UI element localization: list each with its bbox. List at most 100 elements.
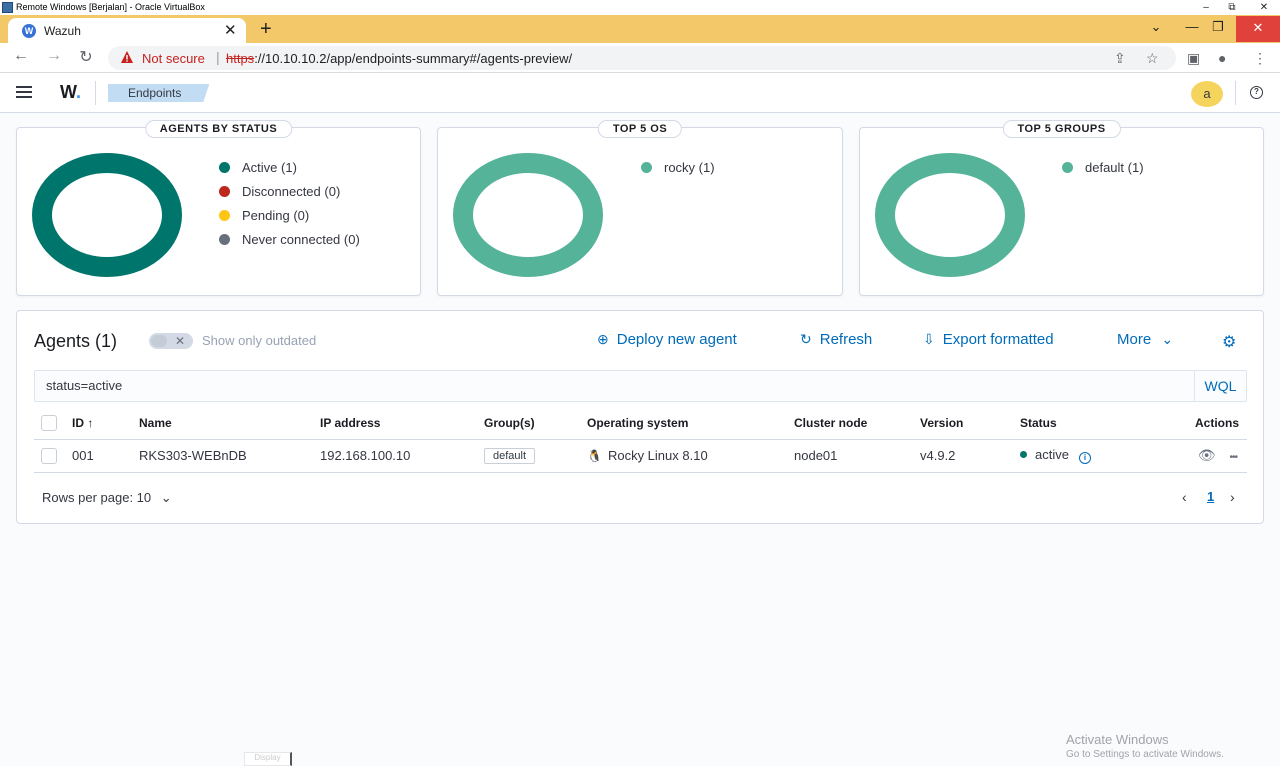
user-avatar[interactable]: a (1191, 81, 1223, 107)
profile-icon[interactable]: ● (1218, 50, 1226, 66)
col-groups[interactable]: Group(s) (484, 407, 587, 440)
vbox-close-button[interactable]: ✕ (1254, 0, 1274, 15)
tab-search-chevron-icon[interactable]: ⌄ (1138, 15, 1174, 43)
donut-slice-default[interactable] (875, 153, 1025, 277)
search-bar: WQL (34, 370, 1247, 402)
panel-title: TOP 5 GROUPS (1002, 120, 1121, 138)
deploy-label: Deploy new agent (616, 331, 737, 348)
group-badge[interactable]: default (484, 448, 536, 464)
deploy-new-agent-button[interactable]: ⊕ Deploy new agent (597, 331, 737, 348)
refresh-button[interactable]: ↻ Refresh (800, 331, 872, 348)
legend-item-default[interactable]: default (1) (1062, 160, 1144, 184)
url-text[interactable]: https://10.10.10.2/app/endpoints-summary… (226, 51, 572, 66)
rows-per-page-selector[interactable]: Rows per page: 10 ⌄ (42, 490, 172, 506)
legend-label: Active (1) (242, 160, 297, 175)
col-actions: Actions (1160, 407, 1247, 440)
groups-legend: default (1) (1062, 160, 1144, 184)
chevron-down-icon: ⌄ (1161, 331, 1174, 347)
pager-prev-icon[interactable]: ‹ (1182, 489, 1187, 505)
col-operating-system[interactable]: Operating system (587, 407, 794, 440)
share-icon[interactable]: ⇪ (1114, 50, 1126, 67)
forward-arrow-icon[interactable]: → (43, 47, 65, 65)
not-secure-label[interactable]: Not secure (142, 51, 205, 66)
col-ip-address[interactable]: IP address (320, 407, 484, 440)
agents-table: ID ↑ Name IP address Group(s) Operating … (34, 407, 1247, 473)
bookmark-star-icon[interactable]: ☆ (1146, 50, 1159, 67)
logo-letter: W (60, 82, 76, 102)
col-cluster-node[interactable]: Cluster node (794, 407, 920, 440)
panel-top-5-os: TOP 5 OS rocky (1) (437, 120, 843, 296)
top-os-donut-chart[interactable] (452, 153, 604, 279)
vbox-restore-button[interactable]: ⧉ (1222, 0, 1242, 15)
side-panel-icon[interactable]: ▣ (1187, 50, 1200, 67)
chevron-down-icon: ⌄ (160, 490, 172, 505)
show-outdated-toggle[interactable]: ✕ (149, 333, 193, 349)
browser-menu-icon[interactable]: ⋮ (1253, 50, 1267, 67)
legend-label: default (1) (1085, 160, 1144, 175)
back-arrow-icon[interactable]: ← (10, 47, 32, 65)
agents-title: Agents (1) (34, 331, 118, 351)
plus-circle-icon: ⊕ (597, 331, 609, 347)
pager-page-1[interactable]: 1 (1207, 489, 1214, 504)
pager-next-icon[interactable]: › (1230, 489, 1235, 505)
search-input[interactable] (46, 378, 1146, 393)
help-icon[interactable]: ? (1250, 86, 1263, 99)
address-separator: | (216, 49, 220, 65)
refresh-label: Refresh (819, 331, 873, 348)
view-agent-eye-icon[interactable]: 👁 (1198, 447, 1216, 463)
more-button[interactable]: More ⌄ (1117, 331, 1181, 348)
legend-dot (219, 186, 230, 197)
logo-dot: . (76, 82, 82, 102)
rows-per-page-label: Rows per page: 10 (42, 490, 152, 505)
agents-table-panel: Agents (1) ✕ Show only outdated ⊕ Deploy … (16, 310, 1264, 524)
hamburger-menu-icon[interactable] (16, 86, 32, 98)
virtualbox-icon (2, 2, 13, 13)
status-legend: Active (1) Disconnected (0) Pending (0) … (219, 160, 360, 256)
legend-item-pending[interactable]: Pending (0) (219, 208, 360, 232)
activate-windows-subtext: Go to Settings to activate Windows. (1066, 749, 1224, 760)
agents-status-donut-chart[interactable] (31, 153, 183, 279)
address-bar[interactable]: Not secure | https://10.10.10.2/app/endp… (108, 46, 1176, 70)
window-restore-button[interactable]: ❐ (1200, 15, 1236, 43)
tab-close-icon[interactable]: ✕ (224, 21, 237, 39)
wql-button[interactable]: WQL (1194, 371, 1246, 401)
status-info-icon[interactable]: i (1078, 452, 1091, 464)
legend-label: Pending (0) (242, 208, 310, 223)
export-icon: ⇩ (923, 331, 935, 347)
window-close-button[interactable]: ✕ (1236, 16, 1280, 42)
settings-gear-icon[interactable]: ⚙ (1222, 332, 1236, 352)
donut-slice-active[interactable] (32, 153, 182, 277)
legend-dot (219, 234, 230, 245)
vbox-minimize-button[interactable]: – (1196, 0, 1216, 15)
header-divider (95, 81, 96, 105)
reload-icon[interactable]: ↻ (75, 47, 97, 67)
row-more-actions-icon[interactable]: ••• (1229, 452, 1237, 463)
col-status[interactable]: Status (1020, 407, 1160, 440)
refresh-icon: ↻ (800, 331, 812, 347)
legend-item-disconnected[interactable]: Disconnected (0) (219, 184, 360, 208)
select-all-checkbox[interactable] (41, 414, 57, 431)
export-formatted-button[interactable]: ⇩ Export formatted (923, 331, 1054, 348)
browser-tabbar: W Wazuh ✕ (0, 15, 1280, 43)
row-checkbox[interactable] (41, 447, 57, 464)
donut-slice-rocky[interactable] (453, 153, 603, 277)
cell-id: 001 (72, 439, 139, 473)
col-id[interactable]: ID ↑ (72, 407, 139, 440)
legend-label: Disconnected (0) (242, 184, 341, 199)
legend-item-rocky[interactable]: rocky (1) (641, 160, 715, 184)
wazuh-logo[interactable]: W. (60, 82, 81, 103)
browser-tab-wazuh[interactable]: W Wazuh ✕ (8, 18, 246, 43)
cell-os: Rocky Linux 8.10 (607, 448, 708, 463)
col-name[interactable]: Name (139, 407, 320, 440)
legend-item-never-connected[interactable]: Never connected (0) (219, 232, 360, 256)
cell-ip: 192.168.100.10 (320, 439, 484, 473)
new-tab-button[interactable]: + (260, 17, 272, 41)
legend-item-active[interactable]: Active (1) (219, 160, 360, 184)
legend-dot (219, 210, 230, 221)
top-groups-donut-chart[interactable] (874, 153, 1026, 279)
cell-name: RKS303-WEBnDB (139, 439, 320, 473)
table-row[interactable]: 001 RKS303-WEBnDB 192.168.100.10 default… (34, 439, 1247, 473)
breadcrumb-endpoints[interactable]: Endpoints (108, 84, 210, 102)
toggle-off-icon: ✕ (175, 334, 186, 348)
col-version[interactable]: Version (920, 407, 1020, 440)
